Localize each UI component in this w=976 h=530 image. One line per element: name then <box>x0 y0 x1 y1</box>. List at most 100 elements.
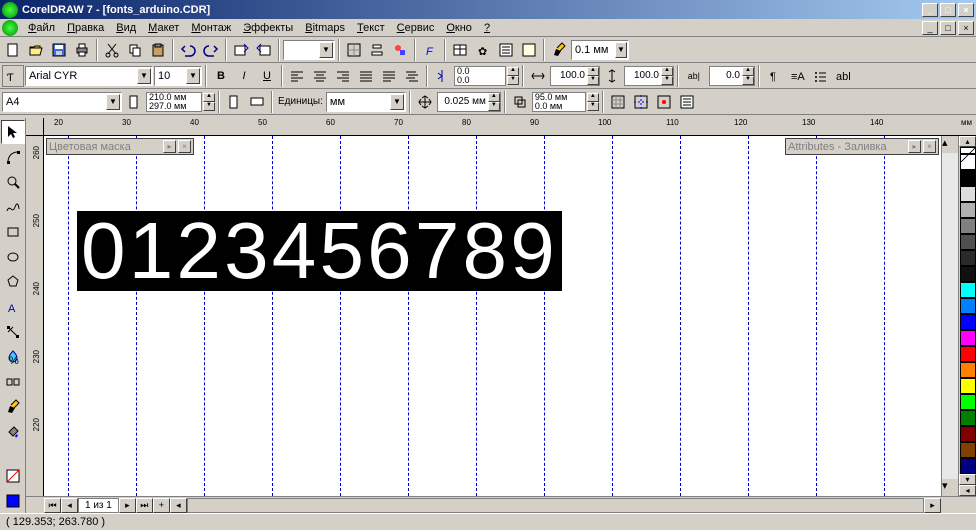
transparency-tool[interactable]: % <box>1 345 25 369</box>
page-first-button[interactable]: ⏮ <box>44 498 61 513</box>
export-button[interactable] <box>253 39 275 61</box>
scroll-up-button[interactable]: ▴ <box>942 136 958 153</box>
font-size-combo[interactable]: ▼ <box>154 66 202 86</box>
units-combo[interactable]: ▼ <box>326 92 406 112</box>
indent-field[interactable] <box>454 66 506 86</box>
close-button[interactable]: × <box>958 3 974 17</box>
swatch[interactable] <box>960 266 976 282</box>
hscale-field[interactable]: ▲▼ <box>550 66 600 86</box>
swatch[interactable] <box>960 442 976 458</box>
ruler-vertical[interactable]: 260250240230220 <box>26 136 44 496</box>
page-prev-button[interactable]: ◂ <box>61 498 78 513</box>
align-right-button[interactable] <box>332 65 354 87</box>
hscrollbar[interactable] <box>187 498 924 513</box>
zoom-combo[interactable]: ▼ <box>283 40 335 60</box>
menu-текст[interactable]: Текст <box>351 20 391 36</box>
vscrollbar[interactable]: ▴ ▾ <box>941 136 958 496</box>
vscale-field[interactable]: ▲▼ <box>624 66 674 86</box>
paste-button[interactable] <box>147 39 169 61</box>
ellipse-tool[interactable] <box>1 245 25 269</box>
palette-expand-button[interactable]: ◂ <box>959 485 976 496</box>
swatch[interactable] <box>960 234 976 250</box>
scroll-down-button[interactable]: ▾ <box>942 479 958 496</box>
text-format-button[interactable]: F <box>419 39 441 61</box>
page-last-button[interactable]: ⏭ <box>136 498 153 513</box>
maximize-button[interactable]: □ <box>940 3 956 17</box>
snap-button[interactable] <box>343 39 365 61</box>
attributes-docker[interactable]: Attributes - Заливка ▸ × <box>785 138 939 155</box>
docker-menu-icon[interactable]: ▸ <box>908 140 921 153</box>
fill-tool[interactable] <box>1 420 25 444</box>
swatch[interactable] <box>960 282 976 298</box>
copy-button[interactable] <box>124 39 146 61</box>
hscroll-right-button[interactable]: ▸ <box>924 498 941 513</box>
italic-button[interactable]: I <box>233 65 255 87</box>
docker-menu-icon[interactable]: ▸ <box>163 140 176 153</box>
fill-indicator[interactable] <box>1 489 25 513</box>
freehand-tool[interactable] <box>1 195 25 219</box>
snap-grid-button[interactable] <box>653 91 675 113</box>
text-tool[interactable]: A <box>1 295 25 319</box>
outline-tool[interactable] <box>1 395 25 419</box>
paper-combo[interactable]: ▼ <box>2 92 122 112</box>
swatch[interactable] <box>960 362 976 378</box>
no-fill-indicator[interactable] <box>1 464 25 488</box>
cut-button[interactable] <box>101 39 123 61</box>
align-center-button[interactable] <box>309 65 331 87</box>
align-force-button[interactable] <box>378 65 400 87</box>
print-button[interactable] <box>71 39 93 61</box>
outline-width-combo[interactable]: ▼ <box>571 40 629 60</box>
align-left-button[interactable] <box>286 65 308 87</box>
canvas[interactable]: 0123456789 Цветовая маска ▸ × Attributes… <box>44 136 941 496</box>
swatch[interactable] <box>960 186 976 202</box>
menu-сервис[interactable]: Сервис <box>391 20 441 36</box>
redo-button[interactable] <box>200 39 222 61</box>
options-button[interactable] <box>495 39 517 61</box>
swatch[interactable] <box>960 250 976 266</box>
interactive-fill-tool[interactable] <box>1 320 25 344</box>
polygon-tool[interactable] <box>1 270 25 294</box>
menu-?[interactable]: ? <box>478 20 496 36</box>
dropcap-button[interactable]: ≡A <box>786 65 808 87</box>
docker-close-icon[interactable]: × <box>178 140 191 153</box>
pick-tool[interactable] <box>1 120 25 144</box>
docker-close-icon[interactable]: × <box>923 140 936 153</box>
shape-tool[interactable] <box>1 145 25 169</box>
portrait-button[interactable] <box>223 91 245 113</box>
hscroll-left-button[interactable]: ◂ <box>170 498 187 513</box>
landscape-button[interactable] <box>246 91 268 113</box>
edit-text-button[interactable]: abl <box>832 65 854 87</box>
menu-макет[interactable]: Макет <box>142 20 185 36</box>
mdi-minimize-button[interactable]: _ <box>922 21 938 35</box>
open-button[interactable] <box>25 39 47 61</box>
nonprint-button[interactable]: ¶ <box>763 65 785 87</box>
outline-pen-icon[interactable] <box>548 39 570 61</box>
new-button[interactable] <box>2 39 24 61</box>
menu-окно[interactable]: Окно <box>440 20 478 36</box>
swatch[interactable] <box>960 346 976 362</box>
swatch[interactable] <box>960 378 976 394</box>
menu-монтаж[interactable]: Монтаж <box>185 20 237 36</box>
kern-field[interactable]: ▲▼ <box>709 66 755 86</box>
ruler-horizontal[interactable]: 2030405060708090100110120130140мм <box>44 118 976 136</box>
page-next-button[interactable]: ▸ <box>119 498 136 513</box>
palette-down-button[interactable]: ▾ <box>959 474 976 485</box>
no-color-swatch[interactable] <box>960 147 976 154</box>
script-button[interactable] <box>518 39 540 61</box>
menu-эффекты[interactable]: Эффекты <box>237 20 299 36</box>
options2-button[interactable] <box>676 91 698 113</box>
color-mask-docker[interactable]: Цветовая маска ▸ × <box>46 138 194 155</box>
align-justify-button[interactable] <box>355 65 377 87</box>
menu-правка[interactable]: Правка <box>61 20 110 36</box>
swatch[interactable] <box>960 202 976 218</box>
bold-button[interactable]: B <box>210 65 232 87</box>
page-add-button[interactable]: + <box>153 498 170 513</box>
rectangle-tool[interactable] <box>1 220 25 244</box>
align-none-button[interactable] <box>401 65 423 87</box>
swatch[interactable] <box>960 458 976 474</box>
swatch[interactable] <box>960 170 976 186</box>
guides-setup-button[interactable] <box>630 91 652 113</box>
blend-tool[interactable] <box>1 370 25 394</box>
swatch[interactable] <box>960 314 976 330</box>
menu-вид[interactable]: Вид <box>110 20 142 36</box>
